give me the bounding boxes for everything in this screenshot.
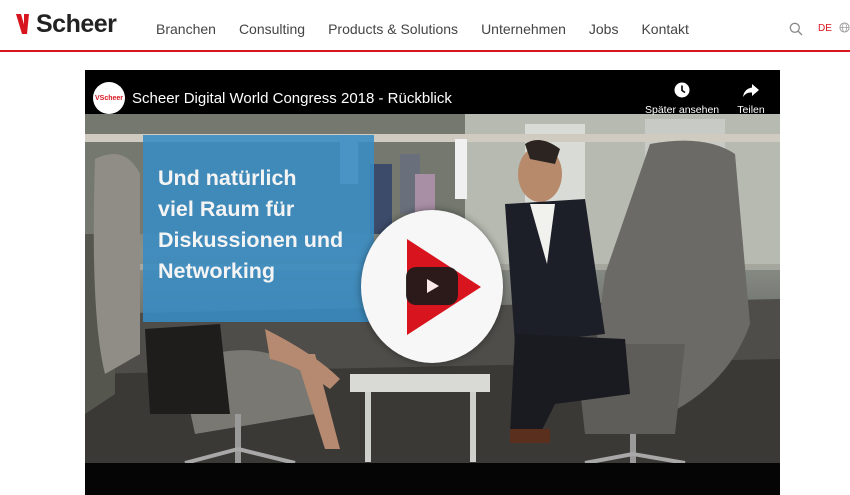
caption-line-3: Diskussionen und [158, 228, 344, 252]
video-bottom-bar [85, 463, 780, 495]
play-icon [427, 279, 439, 293]
nav-item-unternehmen[interactable]: Unternehmen [481, 21, 566, 37]
logo-text: Scheer [36, 9, 117, 38]
share-icon [743, 84, 759, 97]
play-button[interactable] [406, 267, 458, 305]
channel-avatar[interactable]: VScheer [93, 82, 125, 114]
site-header: Scheer Branchen Consulting Products & So… [0, 0, 850, 52]
scheer-logo-mark-icon [16, 14, 29, 34]
nav-item-consulting[interactable]: Consulting [239, 21, 305, 37]
search-icon[interactable] [789, 22, 803, 36]
caption-line-2: viel Raum für [158, 197, 295, 221]
video-player[interactable]: Und natürlich viel Raum für Diskussionen… [85, 70, 780, 495]
language-selector[interactable]: DE [818, 23, 832, 34]
scheer-logo[interactable]: Scheer [16, 9, 117, 38]
watch-later-label: Später ansehen [645, 104, 720, 116]
nav-item-products-solutions[interactable]: Products & Solutions [328, 21, 458, 37]
nav-item-jobs[interactable]: Jobs [589, 21, 619, 37]
clock-icon [674, 82, 690, 98]
globe-icon[interactable] [839, 22, 850, 33]
video-title-bar: VScheer Scheer Digital World Congress 20… [85, 70, 780, 116]
video-title[interactable]: Scheer Digital World Congress 2018 - Rüc… [132, 90, 452, 107]
video-caption-overlay: Und natürlich viel Raum für Diskussionen… [143, 135, 374, 322]
caption-line-4: Networking [158, 259, 276, 283]
watch-later-button[interactable]: Später ansehen [645, 82, 719, 116]
main-nav: Branchen Consulting Products & Solutions… [156, 21, 712, 37]
caption-line-1: Und natürlich [158, 166, 297, 190]
share-button[interactable]: Teilen [731, 82, 771, 116]
nav-item-branchen[interactable]: Branchen [156, 21, 216, 37]
nav-item-kontakt[interactable]: Kontakt [641, 21, 688, 37]
share-label: Teilen [737, 104, 765, 116]
